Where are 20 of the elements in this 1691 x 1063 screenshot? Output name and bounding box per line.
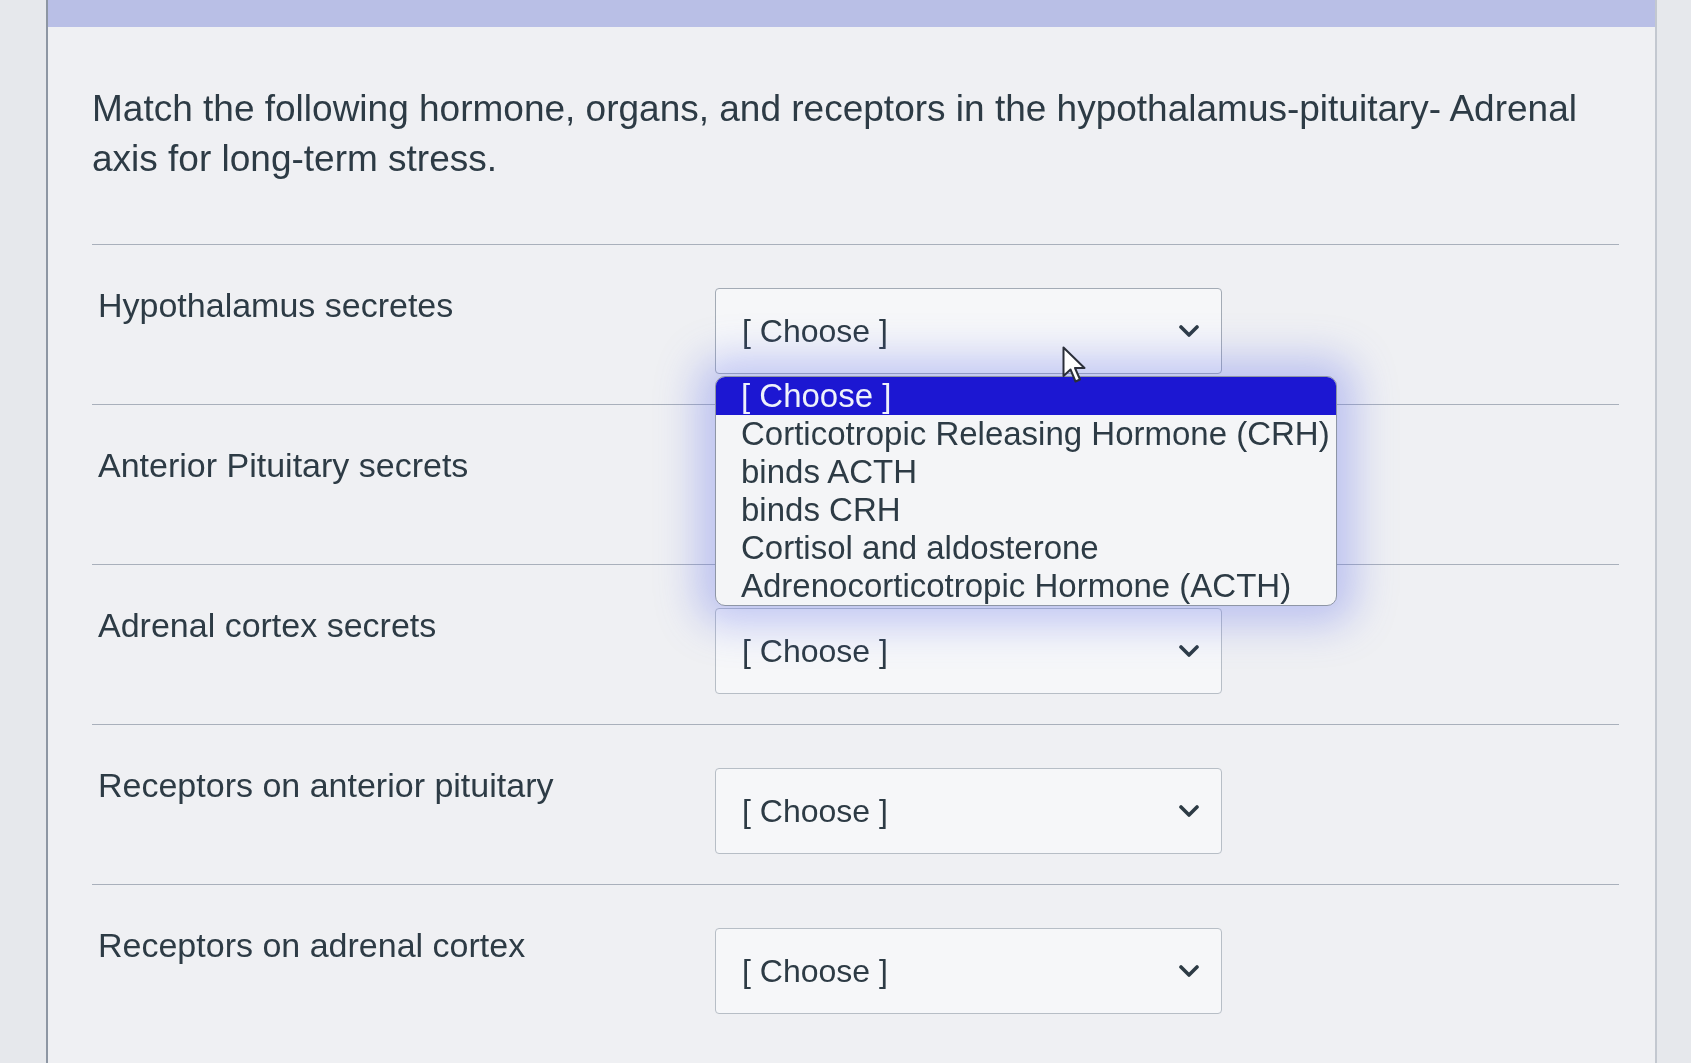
choice-dropdown[interactable]: [ Choose ] (715, 768, 1222, 854)
chevron-down-icon (1179, 645, 1199, 657)
chevron-down-icon (1179, 805, 1199, 817)
chevron-down-icon (1179, 325, 1199, 337)
dropdown-option[interactable]: binds CRH (716, 491, 1336, 529)
answer-label: Receptors on adrenal cortex (97, 925, 527, 965)
dropdown-option[interactable]: Corticotropic Releasing Hormone (CRH) (716, 415, 1336, 453)
answer-label: Anterior Pituitary secrets (97, 445, 470, 485)
dropdown-option[interactable]: [ Choose ] (716, 377, 1336, 415)
chevron-down-icon (1179, 965, 1199, 977)
choice-dropdown[interactable]: [ Choose ] (715, 288, 1222, 374)
dropdown-option[interactable]: binds ACTH (716, 453, 1336, 491)
dropdown-option[interactable]: Adrenocorticotropic Hormone (ACTH) (716, 567, 1336, 605)
choice-dropdown[interactable]: [ Choose ] (715, 608, 1222, 694)
choice-dropdown[interactable]: [ Choose ] (715, 928, 1222, 1014)
answer-label: Receptors on anterior pituitary (97, 765, 555, 805)
dropdown-option[interactable]: Cortisol and aldosterone (716, 529, 1336, 567)
answer-label: Hypothalamus secretes (97, 285, 455, 325)
question-text: Match the following hormone, organs, and receptors in the hypothalamus-pituitary- Adrenal axis for long-term stress. (92, 87, 1578, 181)
answer-label: Adrenal cortex secrets (97, 605, 438, 645)
